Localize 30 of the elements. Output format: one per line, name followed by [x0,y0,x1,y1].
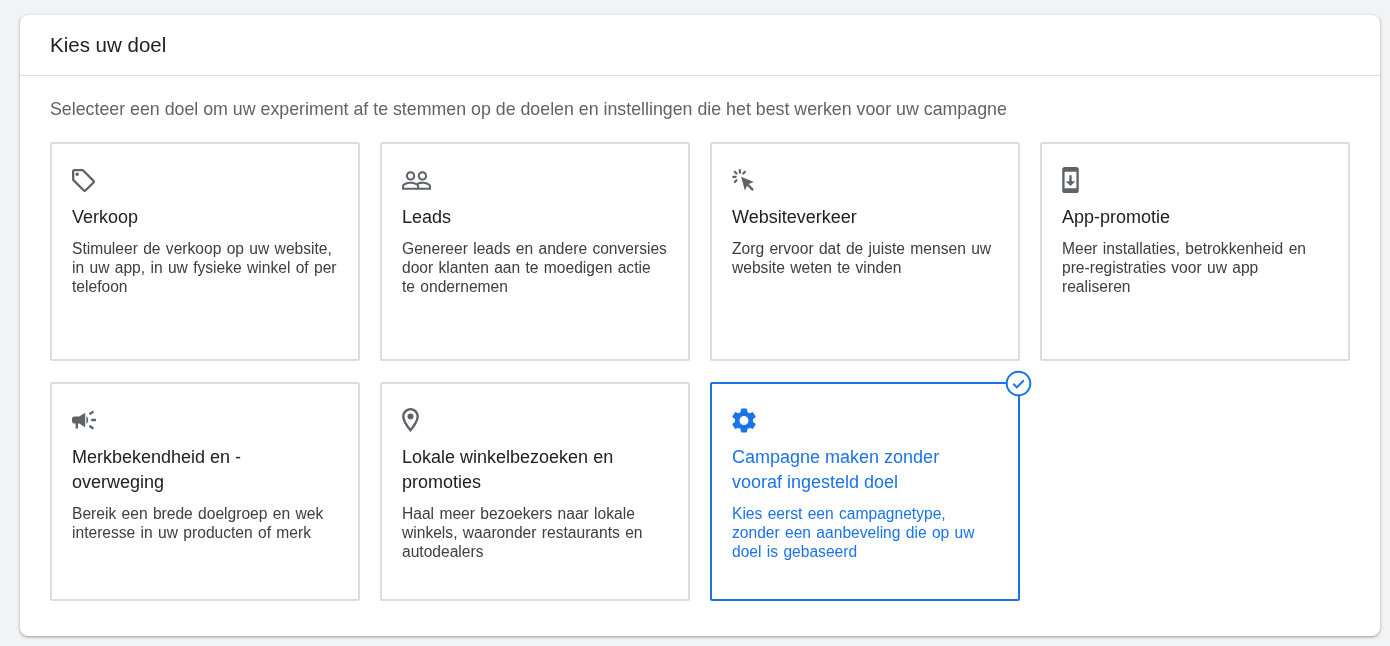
megaphone-icon [72,410,96,430]
goal-description: Zorg ervoor dat de juiste mensen uw website weten te vinden [732,239,993,277]
tag-icon [72,168,95,192]
goal-title: Campagne maken zonder vooraf ingesteld doel [732,446,941,494]
goal-description: Bereik een brede doelgroep en wek interesse in uw producten of merk [72,504,325,542]
goal-card[interactable]: App-promotie Meer installaties, betrokkenheid en pre-registraties voor uw app realiseren [1040,142,1350,361]
goal-card[interactable]: Websiteverkeer Zorg ervoor dat de juiste mensen uw website weten te vinden [710,142,1020,361]
settings-icon [732,407,756,433]
goal-description: Kies eerst een campagnetype, zonder een aanbeveling die op uw doel is gebaseerd [732,504,976,561]
cursor-click-icon [732,168,755,192]
goal-title: Lokale winkelbezoeken en promoties [402,446,615,494]
goal-title: Verkoop [72,206,139,229]
goal-title: Websiteverkeer [732,206,857,229]
goal-card[interactable]: Campagne maken zonder vooraf ingesteld doel Kies eerst een campagnetype, zonder een aanbeveling die op uw doel is gebaseerd [710,382,1020,601]
intro-text: Selecteer een doel om uw experiment af te stemmen op de doelen en instellingen die het best werken voor uw campagne [50,98,1007,121]
goal-title: Leads [402,206,452,229]
goal-title: App-promotie [1062,206,1171,229]
goal-title: Merkbekendheid en -overweging [72,446,243,494]
panel-title: Kies uw doel [50,33,167,57]
goal-description: Haal meer bezoekers naar lokale winkels, waaronder restaurants en autodealers [402,504,644,561]
goal-card[interactable]: Verkoop Stimuleer de verkoop op uw website, in uw app, in uw fysieke winkel of per telefoon [50,142,360,361]
goal-description: Stimuleer de verkoop op uw website, in uw app, in uw fysieke winkel of per telefoon [72,239,338,296]
people-icon [402,170,431,190]
goal-description: Meer installaties, betrokkenheid en pre-registraties voor uw app realiseren [1062,239,1307,296]
goal-card[interactable]: Merkbekendheid en -overweging Bereik een brede doelgroep en wek interesse in uw producten of merk [50,382,360,601]
goal-card[interactable]: Leads Genereer leads en andere conversies door klanten aan te moedigen actie te ondernemen [380,142,690,361]
location-pin-icon [402,408,419,432]
phone-download-icon [1062,167,1079,193]
goal-description: Genereer leads en andere conversies door klanten aan te moedigen actie te ondernemen [402,239,668,296]
goal-card[interactable]: Lokale winkelbezoeken en promoties Haal meer bezoekers naar lokale winkels, waaronder restaurants en autodealers [380,382,690,601]
